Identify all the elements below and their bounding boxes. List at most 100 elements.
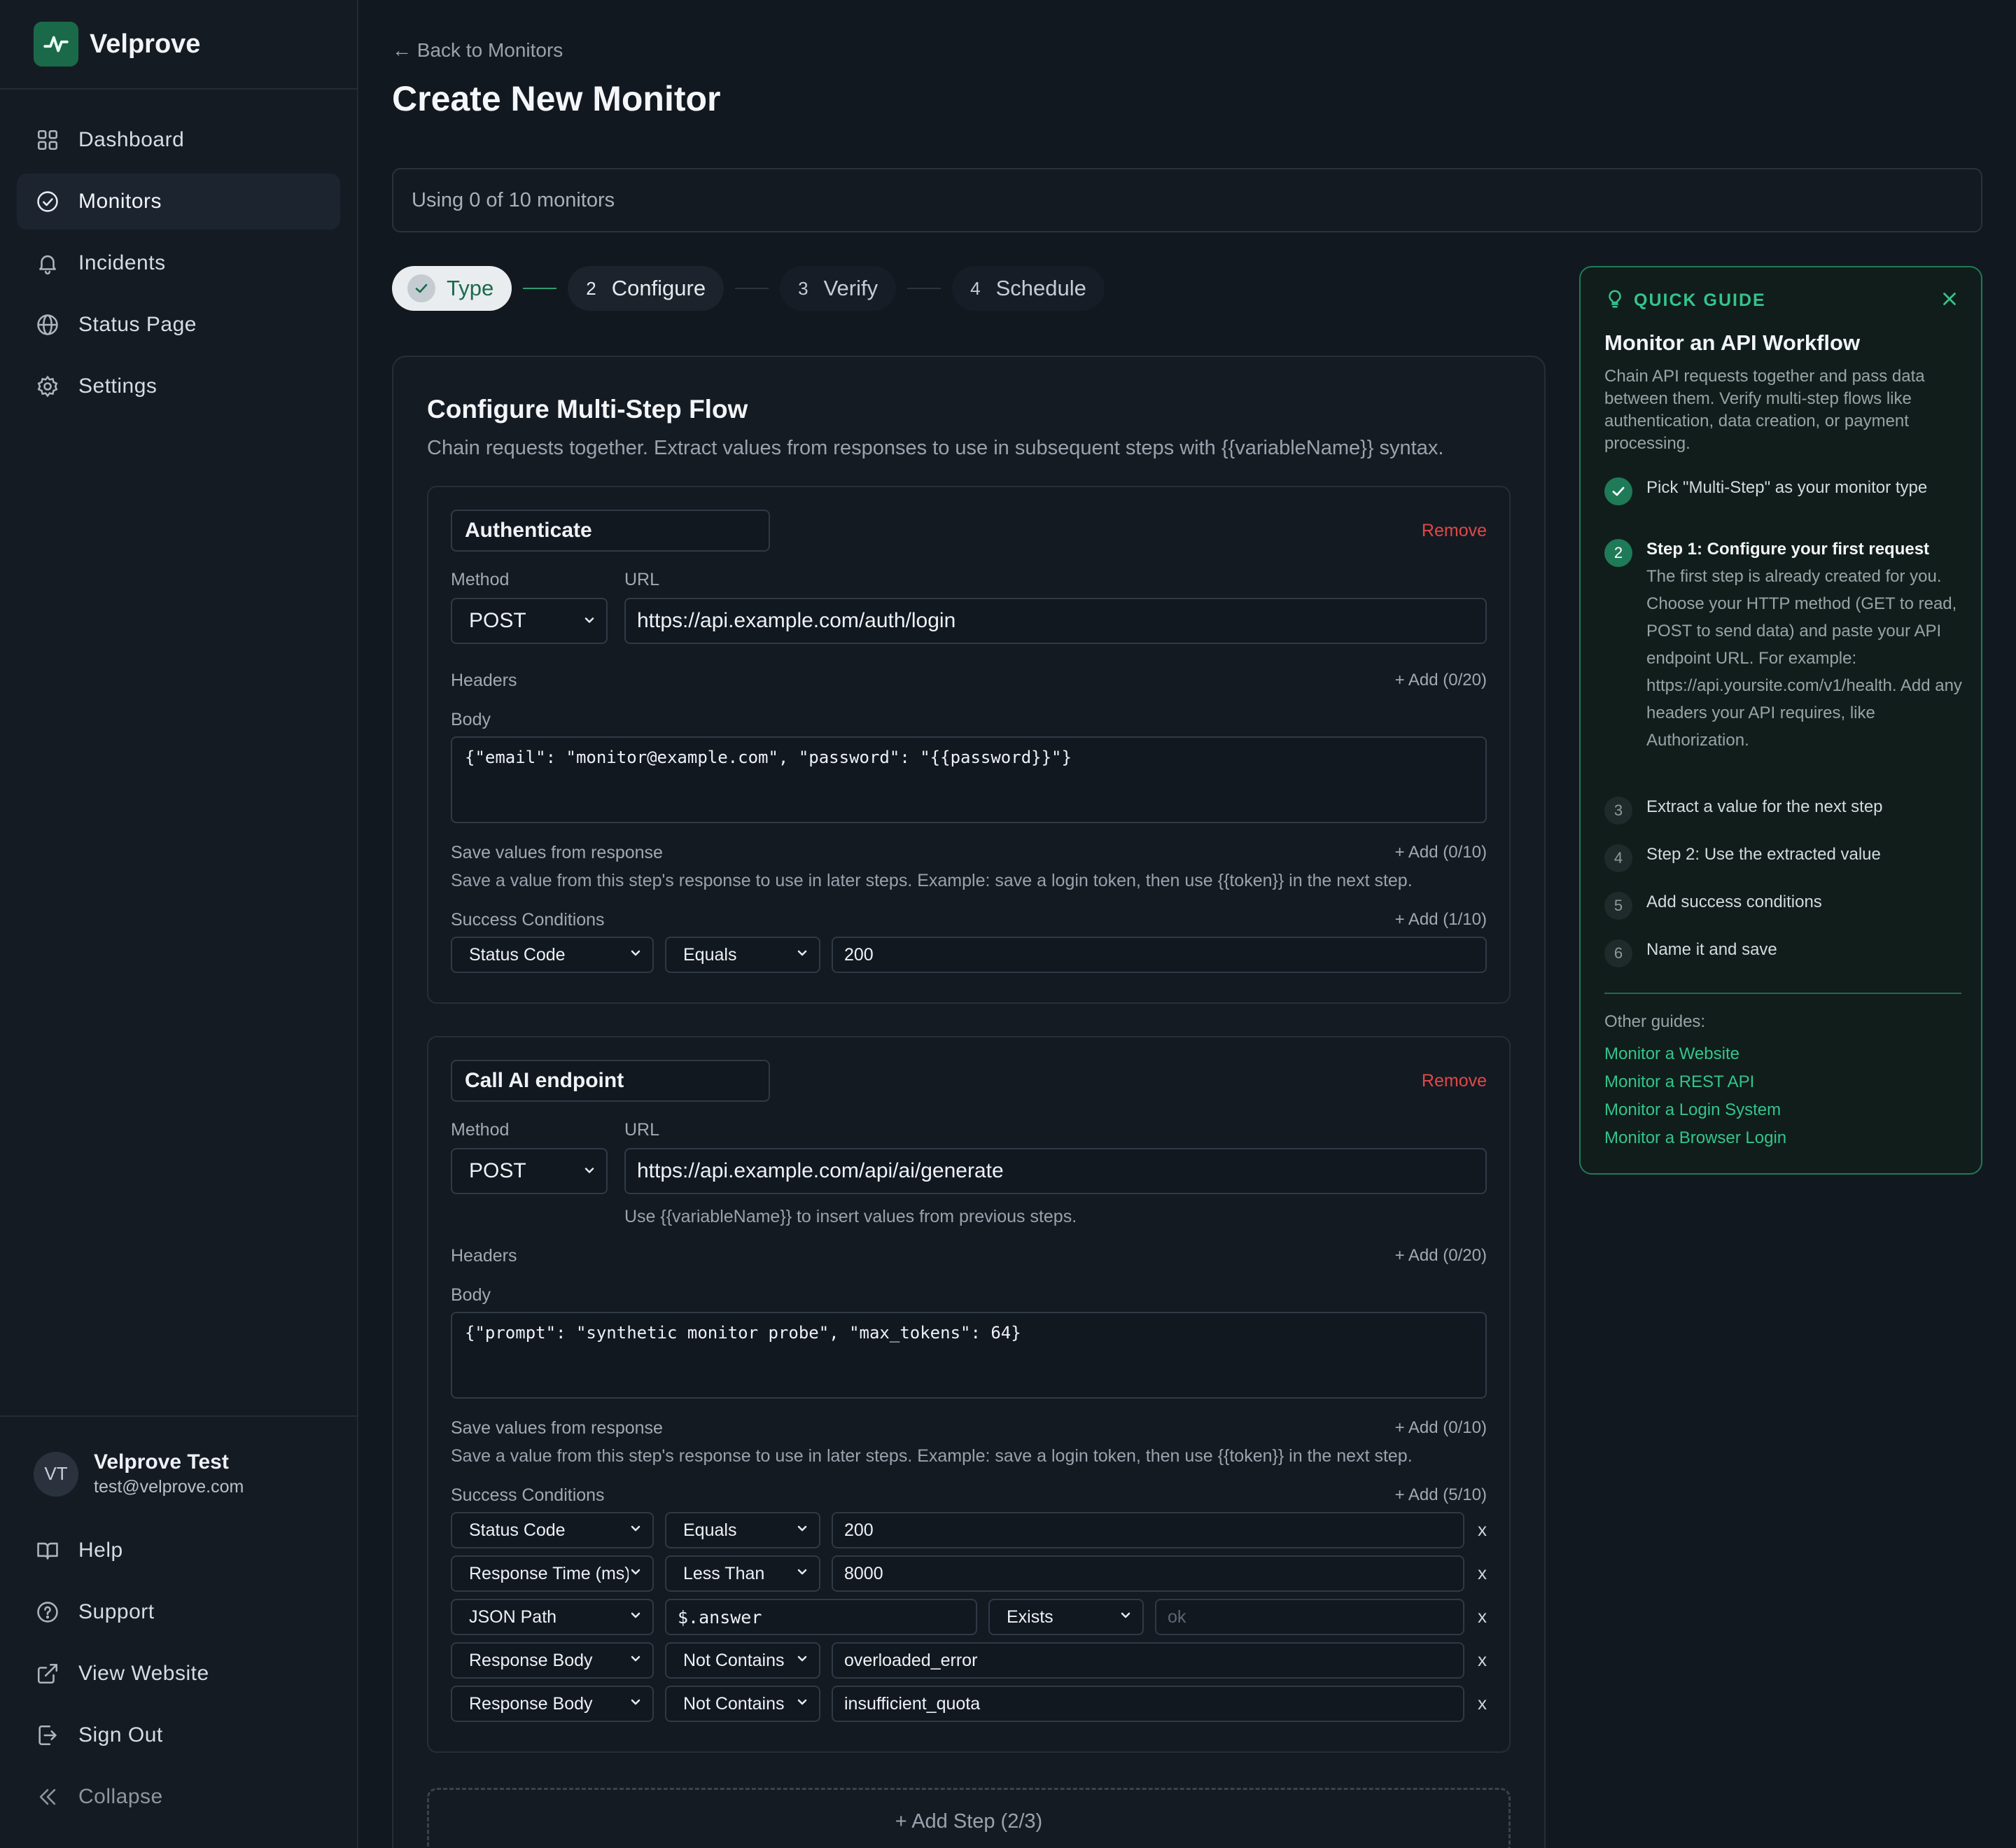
check-circle-icon <box>34 188 62 216</box>
remove-step-button[interactable]: Remove <box>1422 521 1487 541</box>
double-chevron-left-icon <box>34 1783 62 1811</box>
chevron-down-icon <box>629 1694 643 1714</box>
step-label: Configure <box>611 276 706 300</box>
condition-operator-value: Exists <box>1007 1606 1054 1627</box>
card-subtitle: Chain requests together. Extract values … <box>427 437 1444 459</box>
step-connector <box>735 288 769 289</box>
nav-item-support[interactable]: Support <box>17 1584 340 1640</box>
quick-guide-panel: QUICK GUIDE Monitor an API Workflow Chai… <box>1579 266 1982 1175</box>
method-select[interactable]: POST <box>451 1148 608 1194</box>
add-header-button[interactable]: + Add (0/20) <box>1395 1246 1487 1266</box>
condition-field-select[interactable]: Response Body <box>451 1642 654 1679</box>
add-step-button[interactable]: + Add Step (2/3) <box>427 1788 1511 1848</box>
remove-condition-button[interactable]: x <box>1478 1562 1487 1584</box>
condition-operator-select[interactable]: Exists <box>988 1599 1144 1635</box>
condition-field-select[interactable]: Response Time (ms) <box>451 1555 654 1592</box>
main-nav: Dashboard Monitors Incidents Status Page… <box>0 90 357 414</box>
url-input[interactable]: https://api.example.com/auth/login <box>624 598 1487 644</box>
user-profile[interactable]: VT Velprove Test test@velprove.com <box>0 1450 357 1497</box>
remove-condition-button[interactable]: x <box>1478 1519 1487 1541</box>
condition-field-value: Response Time (ms) <box>469 1563 631 1583</box>
sign-out-icon <box>34 1721 62 1749</box>
step-configure[interactable]: 2 Configure <box>568 266 724 311</box>
chevron-down-icon <box>629 1563 643 1584</box>
condition-field-select[interactable]: Status Code <box>451 1512 654 1548</box>
nav-label: Dashboard <box>78 128 185 151</box>
nav-item-sign-out[interactable]: Sign Out <box>17 1707 340 1763</box>
add-save-value-button[interactable]: + Add (0/10) <box>1395 1418 1487 1438</box>
guide-step-number: 6 <box>1604 939 1632 967</box>
guide-step-text: Extract a value for the next step <box>1646 797 1883 816</box>
add-condition-button[interactable]: + Add (5/10) <box>1395 1485 1487 1505</box>
nav-item-incidents[interactable]: Incidents <box>17 235 340 291</box>
chevron-down-icon <box>582 1159 596 1183</box>
headers-label: Headers <box>451 1246 517 1266</box>
nav-item-dashboard[interactable]: Dashboard <box>17 112 340 168</box>
condition-field-value: Status Code <box>469 944 566 965</box>
nav-item-settings[interactable]: Settings <box>17 358 340 414</box>
step-name-input[interactable]: Call AI endpoint <box>451 1060 770 1102</box>
guide-step-text: Name it and save <box>1646 940 1777 959</box>
chevron-down-icon <box>629 945 643 965</box>
remove-condition-button[interactable]: x <box>1478 1649 1487 1671</box>
remove-condition-button[interactable]: x <box>1478 1606 1487 1628</box>
body-textarea[interactable]: {"prompt": "synthetic monitor probe", "m… <box>451 1312 1487 1399</box>
close-icon[interactable] <box>1939 288 1960 313</box>
condition-value-input[interactable]: 8000 <box>832 1555 1464 1592</box>
grid-icon <box>34 126 62 154</box>
card-title: Configure Multi-Step Flow <box>427 395 748 424</box>
method-select[interactable]: POST <box>451 598 608 644</box>
json-path-input[interactable]: $.answer <box>665 1599 977 1635</box>
add-header-button[interactable]: + Add (0/20) <box>1395 671 1487 690</box>
guide-step-number: 4 <box>1604 844 1632 872</box>
book-icon <box>34 1536 62 1564</box>
condition-value-input[interactable]: 200 <box>832 937 1487 973</box>
guide-step-text: Pick "Multi-Step" as your monitor type <box>1646 478 1928 497</box>
external-link-icon <box>34 1660 62 1688</box>
nav-item-view-website[interactable]: View Website <box>17 1646 340 1702</box>
condition-operator-select[interactable]: Not Contains <box>665 1642 820 1679</box>
guide-link-website[interactable]: Monitor a Website <box>1604 1044 1740 1064</box>
guide-link-rest-api[interactable]: Monitor a REST API <box>1604 1072 1754 1092</box>
step-schedule[interactable]: 4 Schedule <box>952 266 1105 311</box>
nav-item-help[interactable]: Help <box>17 1522 340 1578</box>
brand[interactable]: Velprove <box>0 0 357 90</box>
condition-operator-select[interactable]: Equals <box>665 1512 820 1548</box>
remove-condition-button[interactable]: x <box>1478 1693 1487 1714</box>
condition-operator-value: Equals <box>683 1520 737 1540</box>
nav-label: Collapse <box>78 1785 163 1808</box>
step-name-input[interactable]: Authenticate <box>451 510 770 552</box>
condition-value-input[interactable]: insufficient_quota <box>832 1686 1464 1722</box>
condition-operator-select[interactable]: Not Contains <box>665 1686 820 1722</box>
chevron-down-icon <box>795 1520 809 1541</box>
guide-link-login-system[interactable]: Monitor a Login System <box>1604 1100 1781 1120</box>
condition-operator-select[interactable]: Less Than <box>665 1555 820 1592</box>
condition-value-input[interactable]: 200 <box>832 1512 1464 1548</box>
add-save-value-button[interactable]: + Add (0/10) <box>1395 843 1487 862</box>
guide-link-browser-login[interactable]: Monitor a Browser Login <box>1604 1128 1786 1148</box>
nav-item-status-page[interactable]: Status Page <box>17 297 340 353</box>
chevron-down-icon <box>795 1694 809 1714</box>
save-values-label: Save values from response <box>451 843 663 862</box>
nav-item-monitors[interactable]: Monitors <box>17 174 340 230</box>
back-to-monitors-link[interactable]: ← Back to Monitors <box>392 39 563 62</box>
condition-value-input[interactable]: overloaded_error <box>832 1642 1464 1679</box>
collapse-button[interactable]: Collapse <box>17 1769 340 1825</box>
remove-step-button[interactable]: Remove <box>1422 1071 1487 1091</box>
guide-description: Chain API requests together and pass dat… <box>1604 367 1925 453</box>
condition-field-value: Response Body <box>469 1650 593 1670</box>
condition-value-input[interactable]: ok <box>1155 1599 1464 1635</box>
sidebar: Velprove Dashboard Monitors Incidents St… <box>0 0 358 1848</box>
condition-field-select[interactable]: Status Code <box>451 937 654 973</box>
body-textarea[interactable]: {"email": "monitor@example.com", "passwo… <box>451 736 1487 823</box>
step-type[interactable]: Type <box>392 266 512 311</box>
url-input[interactable]: https://api.example.com/api/ai/generate <box>624 1148 1487 1194</box>
chevron-down-icon <box>629 1607 643 1628</box>
add-condition-button[interactable]: + Add (1/10) <box>1395 910 1487 930</box>
condition-field-select[interactable]: Response Body <box>451 1686 654 1722</box>
guide-step: 4 Step 2: Use the extracted value <box>1604 844 1966 872</box>
guide-step: 3 Extract a value for the next step <box>1604 797 1966 825</box>
step-verify[interactable]: 3 Verify <box>780 266 897 311</box>
condition-field-select[interactable]: JSON Path <box>451 1599 654 1635</box>
condition-operator-select[interactable]: Equals <box>665 937 820 973</box>
